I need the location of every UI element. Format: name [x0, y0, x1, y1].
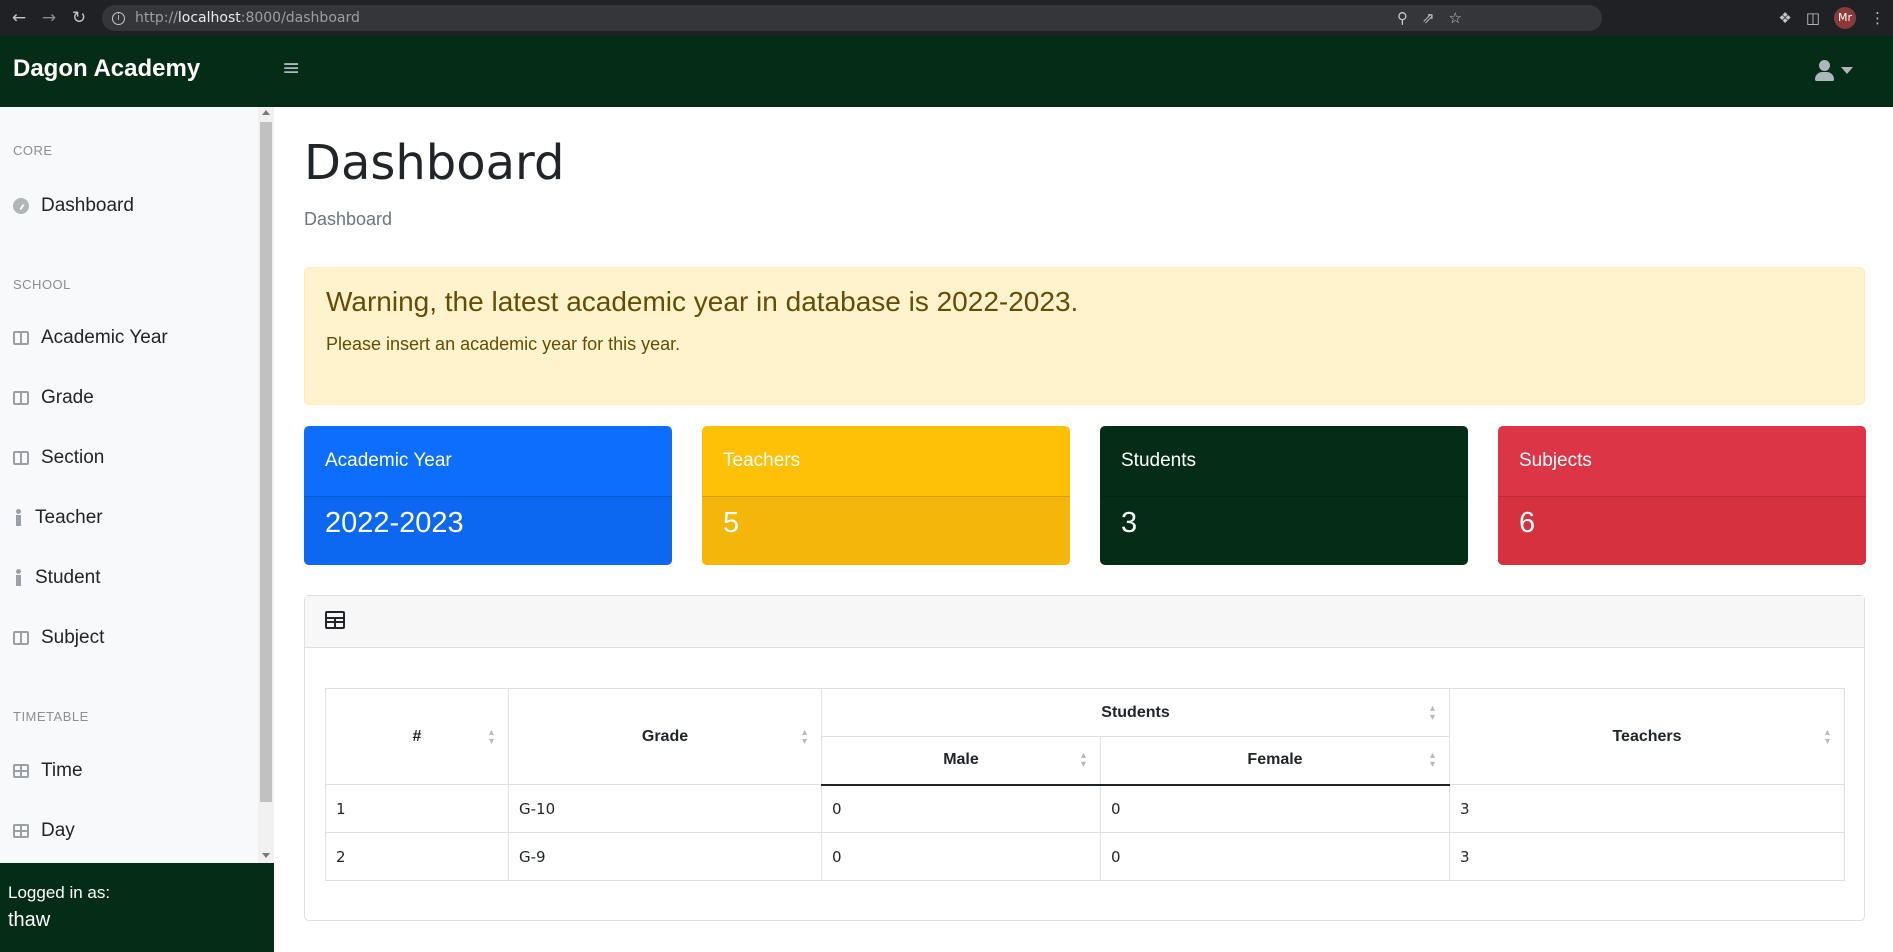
sidebar-item-label: Dashboard	[41, 195, 134, 216]
sidebar-heading-school: SCHOOL	[13, 277, 71, 292]
back-arrow-icon[interactable]: ←	[8, 7, 30, 29]
warning-alert: Warning, the latest academic year in dat…	[304, 267, 1865, 405]
card-teachers[interactable]: Teachers 5	[702, 426, 1070, 565]
sidebar-item-subject[interactable]: Subject	[13, 627, 104, 649]
card-value: 2022-2023	[304, 496, 672, 565]
card-label: Academic Year	[325, 450, 452, 471]
columns-icon	[13, 391, 29, 405]
cell-index: 1	[325, 784, 509, 833]
card-value: 5	[702, 496, 1070, 565]
profile-avatar[interactable]: Mr	[1834, 7, 1856, 29]
url-text[interactable]: http://localhost:8000/dashboard	[135, 10, 360, 26]
sidebar-item-label: Student	[35, 567, 101, 588]
sidebar-item-label: Subject	[41, 627, 105, 648]
scroll-down-icon[interactable]	[262, 853, 270, 858]
cell-teachers: 3	[1449, 784, 1845, 833]
info-icon[interactable]: i	[112, 11, 125, 25]
breadcrumb: Dashboard	[304, 209, 393, 229]
column-header-male[interactable]: Male	[821, 736, 1101, 786]
top-navbar: Dagon Academy ≡	[0, 36, 1893, 107]
browser-toolbar: ← → ↻ i http://localhost:8000/dashboard …	[0, 0, 1893, 36]
card-academic-year[interactable]: Academic Year 2022-2023	[304, 426, 672, 565]
sidebar-menu: CORE Dashboard SCHOOL Academic Year Grad…	[0, 107, 274, 863]
table-icon	[13, 764, 29, 778]
table-card-header	[305, 596, 1864, 648]
sidebar-item-label: Time	[41, 760, 83, 781]
caret-down-icon	[1841, 66, 1853, 74]
page-title: Dashboard	[304, 135, 565, 191]
sidebar-scroll-thumb[interactable]	[260, 122, 272, 802]
card-label: Teachers	[723, 450, 801, 471]
sidebar: CORE Dashboard SCHOOL Academic Year Grad…	[0, 107, 274, 952]
brand-link[interactable]: Dagon Academy	[13, 55, 200, 83]
cell-male: 0	[821, 784, 1101, 833]
share-icon[interactable]: ⇗	[1422, 9, 1435, 27]
cell-grade: G-9	[508, 832, 822, 881]
table-row: 2 G-9 0 0 3	[325, 832, 1845, 881]
cell-grade: G-10	[508, 784, 822, 833]
sidepanel-icon[interactable]: ◫	[1806, 9, 1820, 27]
gauge-icon	[13, 198, 29, 214]
extensions-icon[interactable]: ❖	[1778, 9, 1791, 27]
logged-in-label: Logged in as:	[8, 883, 111, 902]
sidebar-item-label: Day	[41, 820, 75, 841]
menu-dots-icon[interactable]: ⋮	[1870, 9, 1885, 27]
sidebar-item-academic-year[interactable]: Academic Year	[13, 327, 168, 349]
column-header-students[interactable]: Students	[821, 688, 1450, 737]
card-students[interactable]: Students 3	[1100, 426, 1468, 565]
sidebar-item-label: Academic Year	[41, 327, 168, 348]
sidebar-heading-timetable: TIMETABLE	[13, 709, 89, 724]
card-subjects[interactable]: Subjects 6	[1498, 426, 1866, 565]
scroll-up-icon[interactable]	[262, 110, 270, 115]
person-icon	[13, 509, 23, 526]
column-header-female[interactable]: Female	[1100, 736, 1450, 786]
sidebar-item-label: Section	[41, 447, 105, 468]
grade-table: # Grade Students Teachers Male Female 1 …	[325, 688, 1845, 881]
stat-cards: Academic Year 2022-2023 Teachers 5 Stude…	[304, 426, 1866, 565]
sidebar-heading-core: CORE	[13, 143, 53, 158]
sidebar-item-day[interactable]: Day	[13, 820, 75, 842]
grade-table-card: # Grade Students Teachers Male Female 1 …	[304, 595, 1865, 921]
table-icon	[13, 824, 29, 838]
cell-male: 0	[821, 832, 1101, 881]
alert-title: Warning, the latest academic year in dat…	[326, 286, 1079, 317]
sidebar-item-grade[interactable]: Grade	[13, 387, 94, 409]
user-dropdown[interactable]	[1813, 58, 1853, 82]
cell-female: 0	[1100, 784, 1450, 833]
sidebar-footer: Logged in as: thaw	[0, 863, 274, 952]
hamburger-icon[interactable]: ≡	[282, 56, 300, 81]
sidebar-item-dashboard[interactable]: Dashboard	[13, 195, 134, 217]
column-header-grade[interactable]: Grade	[508, 688, 822, 785]
table-row: 1 G-10 0 0 3	[325, 784, 1845, 833]
star-icon[interactable]: ☆	[1449, 9, 1462, 27]
sidebar-item-section[interactable]: Section	[13, 447, 104, 469]
columns-icon	[13, 331, 29, 345]
forward-arrow-icon[interactable]: →	[38, 7, 60, 29]
column-header-index[interactable]: #	[325, 688, 509, 785]
column-header-teachers[interactable]: Teachers	[1449, 688, 1845, 785]
alert-text: Please insert an academic year for this …	[326, 334, 681, 354]
logged-in-user: thaw	[8, 909, 51, 931]
columns-icon	[13, 631, 29, 645]
sidebar-item-label: Grade	[41, 387, 94, 408]
card-value: 3	[1100, 496, 1468, 565]
zoom-icon[interactable]: ⚲	[1397, 9, 1408, 27]
sidebar-item-label: Teacher	[35, 507, 103, 528]
cell-index: 2	[325, 832, 509, 881]
user-icon	[1813, 58, 1835, 82]
reload-icon[interactable]: ↻	[68, 7, 90, 29]
person-icon	[13, 569, 23, 586]
sidebar-item-time[interactable]: Time	[13, 760, 83, 782]
cell-female: 0	[1100, 832, 1450, 881]
sidebar-item-student[interactable]: Student	[13, 567, 101, 589]
cell-teachers: 3	[1449, 832, 1845, 881]
table-icon	[325, 611, 345, 629]
columns-icon	[13, 451, 29, 465]
card-label: Subjects	[1519, 450, 1592, 471]
sidebar-item-teacher[interactable]: Teacher	[13, 507, 103, 529]
main-content: Dashboard Dashboard Warning, the latest …	[274, 107, 1893, 952]
address-bar[interactable]: i http://localhost:8000/dashboard ⚲ ⇗ ☆	[102, 5, 1602, 31]
card-value: 6	[1498, 496, 1866, 565]
card-label: Students	[1121, 450, 1196, 471]
